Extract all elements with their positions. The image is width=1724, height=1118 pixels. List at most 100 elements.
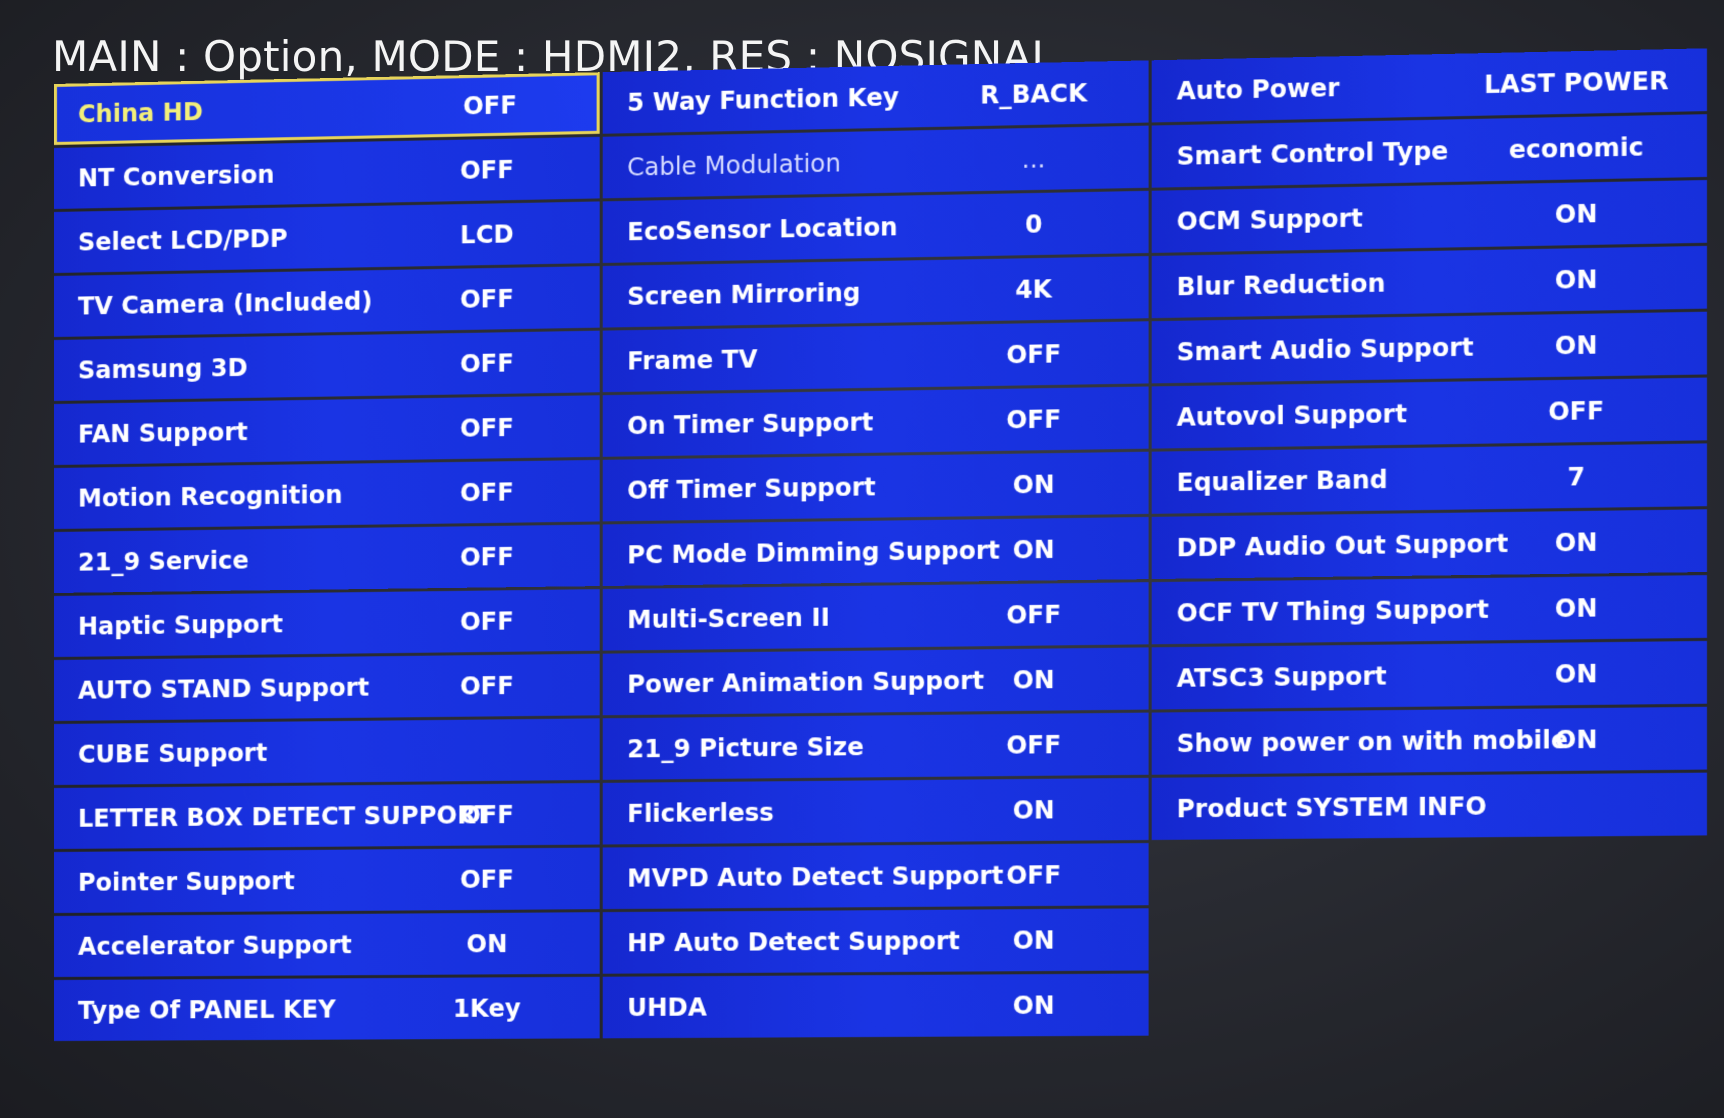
option-item-cube-support[interactable]: CUBE Support <box>54 718 600 785</box>
option-value: ... <box>1021 144 1046 174</box>
option-label: PC Mode Dimming Support <box>627 535 1000 570</box>
option-label: TV Camera (Included) <box>77 286 373 321</box>
option-item-tv-camera-included[interactable]: TV Camera (Included) OFF <box>54 266 600 337</box>
option-item-uhda[interactable]: UHDA ON <box>602 973 1149 1039</box>
option-label: CUBE Support <box>77 738 268 769</box>
option-item-cable-modulation[interactable]: Cable Modulation... <box>602 125 1149 199</box>
option-item-type-of-panel-key[interactable]: Type Of PANEL KEY 1Key <box>54 976 600 1041</box>
option-value: OFF <box>459 477 514 507</box>
option-label: Pointer Support <box>77 866 295 897</box>
option-value: OFF <box>459 671 514 701</box>
option-item-autovol-support[interactable]: Autovol Support OFF <box>1151 377 1707 449</box>
option-label: OCM Support <box>1176 203 1363 236</box>
option-value: economic <box>1508 132 1644 164</box>
option-label: Select LCD/PDP <box>77 224 288 257</box>
option-label: Samsung 3D <box>77 353 248 385</box>
option-value: OFF <box>459 155 514 185</box>
option-value: OFF <box>1006 404 1062 435</box>
option-item-multi-screen-ii[interactable]: Multi-Screen II OFF <box>602 582 1149 651</box>
option-item-pointer-support[interactable]: Pointer Support OFF <box>54 847 600 913</box>
option-value: OFF <box>459 800 514 830</box>
option-item-ocm-support[interactable]: OCM Support ON <box>1151 180 1707 253</box>
option-item-fan-support[interactable]: FAN Support OFF <box>54 395 600 465</box>
option-item-ddp-audio-out-support[interactable]: DDP Audio Out Support ON <box>1151 509 1707 580</box>
option-item-auto-power[interactable]: Auto Power LAST POWER <box>1151 48 1707 123</box>
option-item-frame-tv[interactable]: Frame TV OFF <box>602 321 1149 393</box>
option-value: ON <box>1554 527 1598 558</box>
option-label: MVPD Auto Detect Support <box>627 861 1004 893</box>
option-item-accelerator-support[interactable]: Accelerator Support ON <box>54 912 600 977</box>
option-item-auto-stand-support[interactable]: AUTO STAND Support OFF <box>54 653 600 721</box>
option-item-select-lcd-pdp[interactable]: Select LCD/PDP LCD <box>54 201 600 273</box>
option-value: R_BACK <box>980 78 1088 110</box>
option-label: NT Conversion <box>77 160 275 193</box>
option-item-on-timer-support[interactable]: On Timer Support OFF <box>602 386 1149 457</box>
option-label: Accelerator Support <box>77 930 352 961</box>
option-item-21-9-picture-size[interactable]: 21_9 Picture Size OFF <box>602 712 1149 780</box>
option-item-show-power-on-with-mobile[interactable]: Show power on with mobile ON <box>1151 706 1707 775</box>
option-label: 21_9 Service <box>77 545 249 577</box>
option-item-off-timer-support[interactable]: Off Timer Support ON <box>602 451 1149 522</box>
option-value: ON <box>1012 925 1055 955</box>
option-value: ON <box>1554 724 1598 755</box>
option-value: 0 <box>1025 209 1043 239</box>
option-item-5-way-function-key[interactable]: 5 Way Function Key R_BACK <box>602 60 1149 134</box>
option-value: OFF <box>459 864 514 894</box>
option-value: OFF <box>1006 860 1062 890</box>
option-label: OCF TV Thing Support <box>1176 594 1489 628</box>
option-label: Off Timer Support <box>627 472 876 505</box>
option-item-hp-auto-detect-support[interactable]: HP Auto Detect Support ON <box>602 908 1149 974</box>
option-label: ATSC3 Support <box>1176 661 1387 693</box>
option-value: OFF <box>459 284 514 314</box>
option-label: Haptic Support <box>77 609 283 641</box>
option-item-flickerless[interactable]: Flickerless ON <box>602 777 1149 845</box>
option-item-smart-control-type[interactable]: Smart Control Type economic <box>1151 114 1707 188</box>
option-label: Autovol Support <box>1176 399 1407 432</box>
option-label: Screen Mirroring <box>627 278 861 311</box>
option-item-blur-reduction[interactable]: Blur Reduction ON <box>1151 245 1707 319</box>
option-label: Smart Audio Support <box>1176 332 1474 367</box>
option-label: China HD <box>77 97 203 129</box>
option-value: OFF <box>1006 339 1062 369</box>
option-item-power-animation-support[interactable]: Power Animation Support ON <box>602 647 1149 716</box>
option-item-samsung-3d[interactable]: Samsung 3D OFF <box>54 330 600 401</box>
option-label: 5 Way Function Key <box>627 82 900 117</box>
option-value: ON <box>1554 264 1598 295</box>
option-item-smart-audio-support[interactable]: Smart Audio Support ON <box>1151 311 1707 384</box>
option-item-nt-conversion[interactable]: NT Conversion OFF <box>54 136 600 209</box>
option-label: Cable Modulation <box>627 148 841 182</box>
option-item-ocf-tv-thing-support[interactable]: OCF TV Thing Support ON <box>1151 575 1707 645</box>
option-label: Show power on with mobile <box>1176 725 1569 758</box>
option-label: Flickerless <box>627 798 774 828</box>
option-label: Multi-Screen II <box>627 602 830 634</box>
option-item-letter-box-detect-support[interactable]: LETTER BOX DETECT SUPPORT OFF <box>54 782 600 849</box>
option-label: EcoSensor Location <box>627 212 898 246</box>
option-label: On Timer Support <box>627 407 874 440</box>
option-item-product-system-info[interactable]: Product SYSTEM INFO <box>1151 772 1707 840</box>
option-item-21-9-service[interactable]: 21_9 Service OFF <box>54 524 600 593</box>
option-label: Blur Reduction <box>1176 268 1386 301</box>
option-item-atsc3-support[interactable]: ATSC3 Support ON <box>1151 640 1707 710</box>
option-item-mvpd-auto-detect-support[interactable]: MVPD Auto Detect Support OFF <box>602 843 1149 910</box>
option-value: OFF <box>1548 396 1605 426</box>
option-item-haptic-support[interactable]: Haptic Support OFF <box>54 589 600 657</box>
option-label: FAN Support <box>77 417 248 449</box>
option-value: ON <box>466 929 508 958</box>
option-item-equalizer-band[interactable]: Equalizer Band 7 <box>1151 443 1707 514</box>
option-item-ecosensor-location[interactable]: EcoSensor Location 0 <box>602 190 1149 263</box>
option-label: UHDA <box>627 992 707 1022</box>
option-value: OFF <box>459 348 514 378</box>
option-label: Frame TV <box>627 344 758 376</box>
option-item-pc-mode-dimming-support[interactable]: PC Mode Dimming Support ON <box>602 516 1149 587</box>
option-value: ON <box>1012 990 1055 1020</box>
option-label: Smart Control Type <box>1176 136 1449 171</box>
options-column-3: Auto Power LAST POWER Smart Control Type ec… <box>1151 48 1707 843</box>
option-value: OFF <box>1006 600 1062 630</box>
option-item-motion-recognition[interactable]: Motion Recognition OFF <box>54 459 600 529</box>
option-label: Power Animation Support <box>627 666 985 699</box>
option-item-screen-mirroring[interactable]: Screen Mirroring 4K <box>602 256 1149 328</box>
option-value: ON <box>1554 659 1598 689</box>
option-value: ON <box>1554 593 1598 623</box>
option-value: OFF <box>1006 730 1062 760</box>
option-item-china-hd[interactable]: China HD OFF <box>54 72 600 145</box>
